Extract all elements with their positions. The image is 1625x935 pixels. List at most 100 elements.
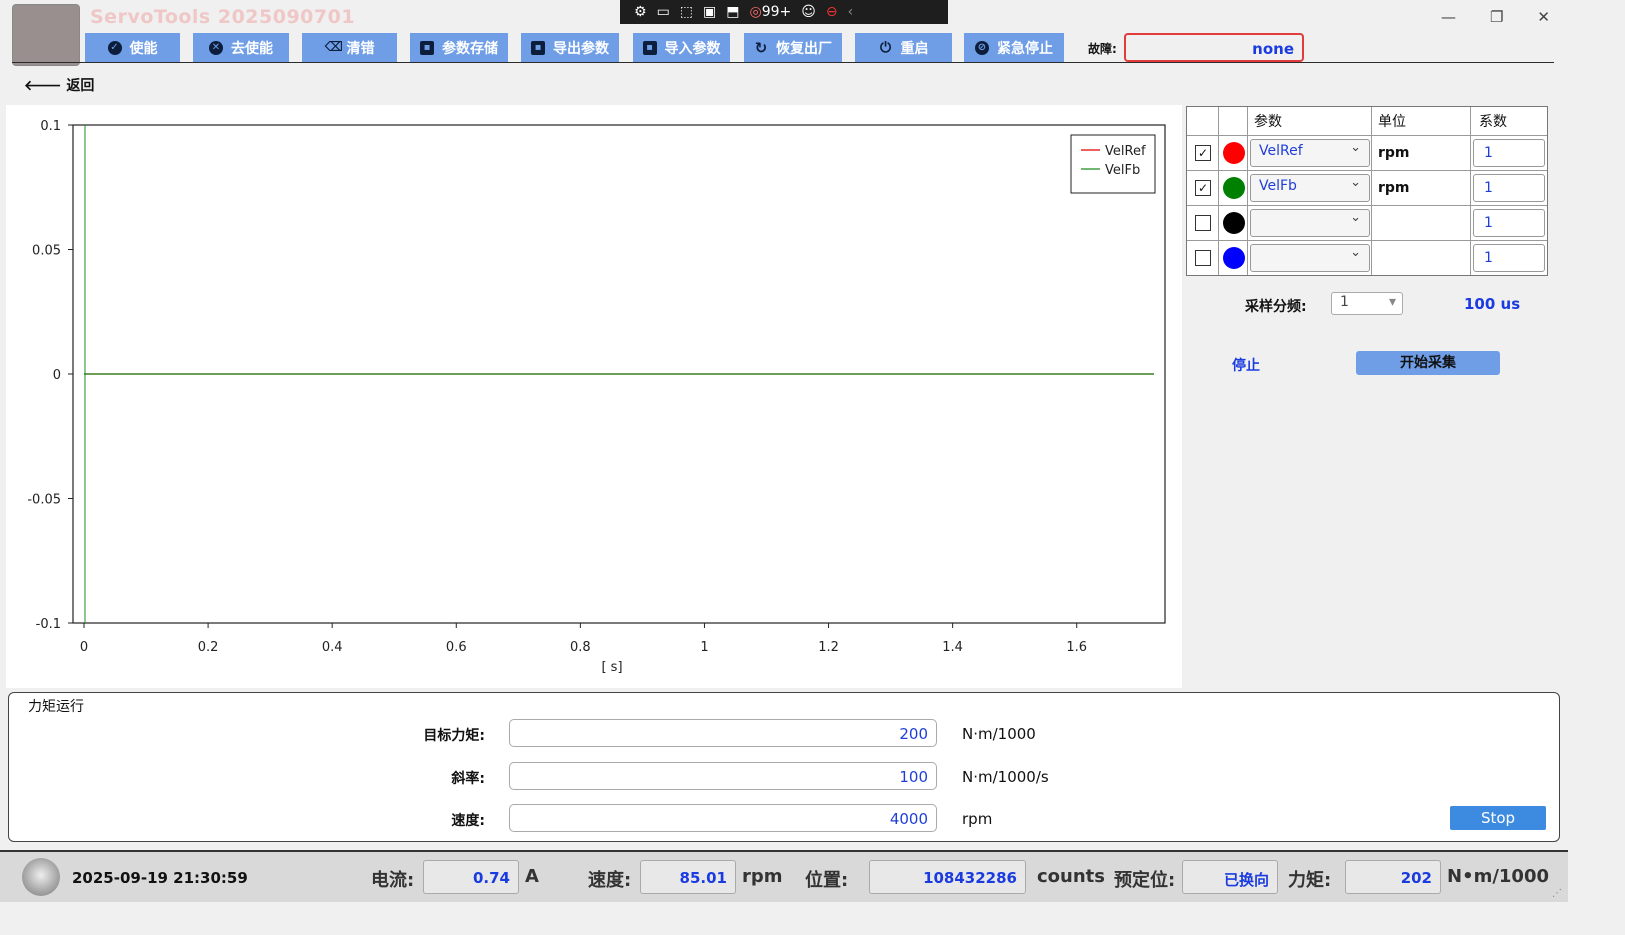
x-tick-label: 1 [700,640,708,655]
slope-unit: N·m/1000/s [962,768,1049,786]
row-check-cell: ✓ [1187,171,1219,205]
target-torque-input[interactable]: 200 [509,719,937,747]
back-link[interactable]: 🡐 返回 [24,75,94,95]
row-color-cell [1219,171,1248,205]
export-params-button[interactable]: ▪ 导出参数 [521,33,619,62]
channel-coef-input[interactable]: 1 [1473,244,1545,272]
restore-icon[interactable]: ❐ [1490,8,1503,26]
row-coef-cell: 1 [1471,241,1547,275]
row-coef-cell: 1 [1471,171,1547,205]
torque-status-value: 202 [1345,860,1441,894]
row-param-cell [1248,206,1372,240]
torque-status-label: 力矩: [1288,870,1332,891]
row-coef-cell: 1 [1471,206,1547,240]
row-coef-cell: 1 [1471,136,1547,170]
channel-unit: rpm [1372,136,1471,170]
x-tick-label: 0.6 [446,640,467,655]
stop-capture-button[interactable]: 停止 [1232,355,1260,375]
cursor-select-icon[interactable]: ⬚ [680,4,693,20]
x-tick-label: 1.4 [942,640,963,655]
notifications-icon[interactable]: ◎99+ [750,4,792,20]
sample-rate-select[interactable]: 1 [1331,292,1403,315]
channel-color-dot[interactable] [1223,177,1245,199]
channel-param-select[interactable]: VelRef [1250,139,1370,167]
save-icon: ▪ [531,40,545,55]
channel-param-select[interactable] [1250,209,1370,237]
block-icon[interactable]: ⊖ [826,4,838,20]
import-params-button-label: 导入参数 [664,40,721,57]
channel-color-dot[interactable] [1223,247,1245,269]
header-unit: 单位 [1372,107,1471,135]
fault-value: none [1124,33,1304,62]
snip-settings-icon[interactable]: ⚙ [634,4,647,20]
toolbar-divider [12,62,1554,63]
enable-button[interactable]: ✓ 使能 [85,33,180,62]
channel-checkbox[interactable] [1195,250,1211,266]
torque-panel-title: 力矩运行 [28,699,84,715]
start-capture-button[interactable]: 开始采集 [1356,351,1500,375]
channel-param-select[interactable] [1250,244,1370,272]
header-color-col [1219,107,1248,135]
header-coef: 系数 [1479,114,1507,130]
torque-stop-button[interactable]: Stop [1450,806,1546,830]
channel-param-select[interactable]: VelFb [1250,174,1370,202]
speed-status-value: 85.01 [640,860,736,894]
table-row: ✓ VelFbrpm1 [1187,171,1547,206]
chart[interactable]: 0.1 0.05 0 -0.05 -0.1 0 0.2 0.4 0.6 0.8 1 1.2 1.4 1.6… [6,105,1182,688]
disable-button[interactable]: ✕ 去使能 [193,33,289,62]
x-circle-icon: ✕ [209,40,223,55]
row-check-cell [1187,206,1219,240]
table-header: 参数 单位 系数 [1187,107,1547,136]
resize-grip-icon[interactable]: ⋰ [1552,888,1566,902]
legend-label: VelRef [1105,144,1146,159]
row-color-cell [1219,206,1248,240]
target-torque-label: 目标力矩: [423,728,485,744]
target-torque-unit: N·m/1000 [962,725,1036,743]
emergency-stop-button-label: 紧急停止 [997,40,1053,57]
arrow-left-icon: 🡐 [24,78,67,94]
restart-button[interactable]: ⏻ 重启 [855,33,952,62]
snip-toolbar: ⚙ ▭ ⬚ ▣ ⬒ ◎99+ ☺ ⊖ ‹ [620,0,948,24]
close-icon[interactable]: ✕ [1537,8,1550,26]
speed-input[interactable]: 4000 [509,804,937,832]
clear-error-button[interactable]: ⌫ 清错 [302,33,397,62]
channel-unit [1372,241,1471,275]
row-color-cell [1219,241,1248,275]
channel-color-dot[interactable] [1223,212,1245,234]
power-icon: ⏻ [879,39,892,56]
channel-checkbox[interactable]: ✓ [1195,145,1211,161]
x-tick-label: 0 [80,640,88,655]
app-logo [12,4,80,66]
window-capture-icon[interactable]: ▣ [703,4,716,20]
channel-checkbox[interactable] [1195,215,1211,231]
emergency-stop-button[interactable]: ⊘ 紧急停止 [964,33,1064,62]
slope-input[interactable]: 100 [509,762,937,790]
minimize-icon[interactable]: — [1441,8,1456,26]
video-icon[interactable]: ▭ [657,4,670,20]
save-params-button[interactable]: ▪ 参数存储 [410,33,508,62]
collapse-icon[interactable]: ‹ [848,4,854,20]
channel-table: 参数 单位 系数 ✓VelRefrpm1✓VelFbrpm111 [1186,106,1548,276]
x-tick-label: 1.6 [1066,640,1087,655]
channel-coef-input[interactable]: 1 [1473,209,1545,237]
row-check-cell [1187,241,1219,275]
channel-coef-input[interactable]: 1 [1473,174,1545,202]
preset-label: 预定位: [1114,870,1176,891]
x-tick-label: 0.2 [198,640,219,655]
y-tick-label: -0.1 [36,617,61,632]
current-value: 0.74 [423,860,519,894]
back-label: 返回 [66,78,95,94]
sample-rate-label: 采样分频: [1245,299,1307,315]
channel-coef-input[interactable]: 1 [1473,139,1545,167]
app-title: ServoTools 2025090701 [90,6,356,28]
region-capture-icon[interactable]: ⬒ [726,4,739,20]
save-params-button-label: 参数存储 [442,40,498,57]
import-params-button[interactable]: ▪ 导入参数 [633,33,730,62]
factory-reset-button[interactable]: ↻ 恢复出厂 [744,33,842,62]
channel-color-dot[interactable] [1223,142,1245,164]
accessibility-icon[interactable]: ☺ [801,4,816,20]
table-row: 1 [1187,206,1547,241]
current-label: 电流: [371,870,415,891]
emergency-icon: ⊘ [975,40,989,55]
channel-checkbox[interactable]: ✓ [1195,180,1211,196]
